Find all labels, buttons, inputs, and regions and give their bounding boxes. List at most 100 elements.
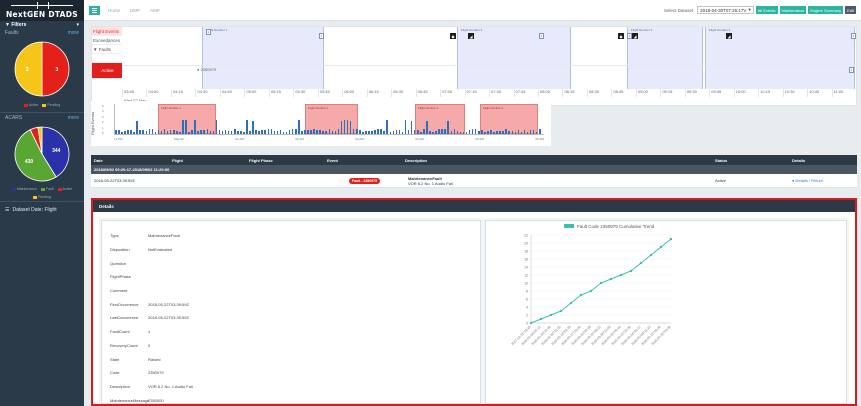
acars-pie-svg[interactable]: 344 430	[12, 124, 72, 184]
cell-description: MaintenanceFault VOR 6.2 No. 1 Audio Fai…	[402, 176, 712, 186]
timeline-tick-label: 04:00	[146, 89, 170, 97]
histogram-bar	[346, 120, 349, 134]
histogram-bar	[511, 131, 514, 134]
timeline-tick-label: 05:15	[268, 89, 293, 97]
histogram-flight-label: Flight Number 4	[483, 106, 503, 110]
nav-amp[interactable]: AMP	[150, 8, 160, 13]
trend-ytick-label: 22	[524, 234, 528, 238]
details-trend-chart[interactable]: Fault Code 2350979 Cumulative Trend 0 2 4 6 8…	[485, 220, 847, 404]
landing-event-icon[interactable]: ◢	[632, 33, 638, 39]
edit-label: Edit	[847, 7, 854, 13]
histogram-bar	[331, 131, 334, 134]
histogram-bar	[319, 130, 321, 134]
fault-end-marker[interactable]: 1	[849, 67, 854, 73]
flight-end-marker[interactable]: 2	[539, 33, 544, 39]
chevron-down-icon[interactable]: ▾	[76, 22, 79, 28]
acars-pie-slice-label: 430	[25, 159, 34, 165]
col-date[interactable]: Date	[91, 158, 169, 163]
event-timeline[interactable]: Flight Events Exceedances ▼ Faults Activ…	[91, 26, 857, 106]
histogram-flight-label: Flight Number 3	[418, 106, 438, 110]
col-status[interactable]: Status	[712, 158, 789, 163]
trend-chart-svg[interactable]: Fault Code 2350979 Cumulative Trend02468…	[486, 221, 856, 395]
timeline-flight-band[interactable]: Flight Number 3	[627, 27, 703, 89]
edit-button[interactable]: Edit	[845, 6, 856, 14]
col-details[interactable]: Details	[789, 158, 857, 163]
faults-more-link[interactable]: more	[68, 30, 79, 36]
all-events-button[interactable]: All Events	[755, 6, 778, 14]
histogram-bar	[273, 131, 276, 134]
nav-dmp[interactable]: DMP	[130, 8, 140, 13]
engine-summary-button[interactable]: Engine Summary	[808, 6, 844, 14]
trend-legend-swatch	[564, 224, 574, 228]
list-icon: ☰	[5, 207, 10, 213]
histogram-bar	[426, 120, 428, 134]
landing-event-icon[interactable]: ◢	[726, 33, 732, 39]
fault-code-marker[interactable]: ● 2350979	[197, 67, 216, 72]
histogram-bar	[496, 130, 498, 134]
histogram-bar	[477, 131, 480, 134]
histogram-ytick-label: 2	[102, 120, 104, 125]
timeline-tick-label: 07:45	[513, 89, 538, 97]
histogram-tick-label: 04 AM	[415, 137, 424, 141]
histogram-bar	[182, 120, 184, 134]
trend-data-point	[539, 317, 543, 321]
histogram-bar	[160, 131, 163, 134]
dataset-select[interactable]: 2018-04-30T07:25:17V ▾	[697, 6, 754, 14]
timeline-label-faults[interactable]: ▼ Faults	[92, 45, 122, 54]
takeoff-event-icon[interactable]: ◆	[450, 33, 456, 39]
faults-pie-svg[interactable]: 33	[12, 39, 72, 99]
landing-event-icon[interactable]: ◢	[468, 33, 474, 39]
histogram-bar	[438, 129, 440, 134]
flight-start-marker[interactable]: 1	[206, 29, 211, 35]
acars-more-link[interactable]: more	[68, 115, 79, 121]
flight-end-marker[interactable]: 1	[319, 33, 324, 39]
top-bar: Home DMP AMP Select Dataset 2018-04-30T0…	[84, 0, 861, 21]
histogram-bar	[157, 130, 160, 134]
histogram-plot[interactable]: Flight Number 1 Flight Number 2 Flight N…	[114, 104, 544, 135]
col-description[interactable]: Description	[402, 158, 712, 163]
histogram-bar	[459, 131, 462, 134]
histogram-bar	[508, 131, 511, 134]
histogram-flight-label: Flight Number 1	[161, 106, 181, 110]
timeline-flight-band[interactable]: Flight Number 1	[202, 27, 324, 89]
all-events-label: All Events	[757, 7, 776, 13]
takeoff-event-icon[interactable]: ◆	[618, 33, 624, 39]
histogram-bar	[291, 129, 294, 134]
histogram-bar	[352, 129, 355, 134]
histogram-bar	[389, 131, 392, 134]
histogram-bar	[490, 130, 492, 134]
histogram-bar	[383, 130, 385, 134]
histogram-bar	[249, 131, 251, 134]
histogram-bar	[514, 132, 517, 134]
details-field-value: Raised	[148, 356, 161, 362]
col-flight-phase[interactable]: Flight Phase	[246, 158, 324, 163]
timeline-plot-area[interactable]: Flight Number 1 Flight Number 2 Flight N…	[122, 27, 856, 89]
histogram-bar	[200, 130, 202, 134]
trend-ytick-label: 18	[524, 250, 528, 254]
timeline-flight-band[interactable]: Flight Number 2	[457, 27, 571, 89]
acars-pie-chart[interactable]: 344 430	[0, 122, 84, 186]
table-group-row: 2018/05/02 00:20:17-2018/05/02 11:20:00	[91, 165, 857, 174]
cell-details-link[interactable]: ● Details / Return	[789, 178, 857, 183]
details-field-row: MaintenanceMessage 2350000	[102, 393, 480, 406]
col-flight[interactable]: Flight	[169, 158, 246, 163]
flight-end-marker[interactable]: 4	[851, 33, 856, 39]
trend-data-point	[559, 309, 563, 313]
faults-pie-chart[interactable]: 33	[0, 37, 84, 101]
menu-toggle-button[interactable]	[89, 5, 100, 15]
histogram-bar	[310, 130, 312, 134]
histogram-bar	[301, 130, 303, 134]
maintenance-button[interactable]: Maintenance	[779, 6, 807, 14]
filters-header[interactable]: ▼ Filters ▾	[0, 21, 84, 29]
details-field-row: RecoveryCount 0	[102, 339, 480, 353]
histogram-bar	[538, 128, 541, 134]
dataset-date-item[interactable]: ☰ Dataset Date: Flight	[0, 203, 84, 217]
logo[interactable]: NextGEN DTADS	[0, 0, 84, 21]
histogram-tick-label: 06 AM	[535, 137, 544, 141]
nav-home[interactable]: Home	[108, 8, 120, 13]
timeline-tick-label: 08:00	[537, 89, 562, 97]
col-event[interactable]: Event	[324, 158, 402, 163]
flight-events-histogram[interactable]: Flight Events 543210 Flight Number 1 Fli…	[90, 101, 551, 146]
table-row[interactable]: 2018-05-22T03:39:59Z Fault - 2350979 Mai…	[91, 174, 857, 188]
details-link-text[interactable]: Details / Return	[796, 178, 824, 183]
